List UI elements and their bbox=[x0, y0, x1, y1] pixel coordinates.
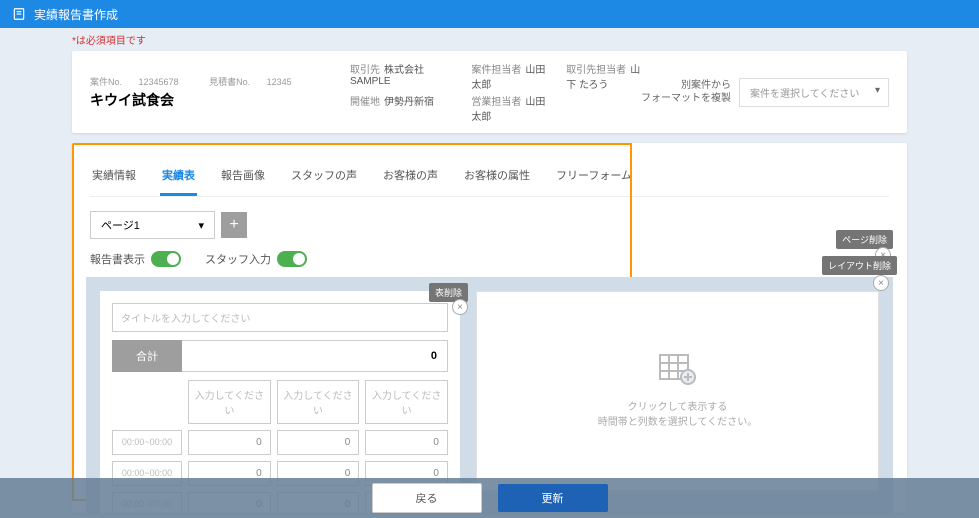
tab-4[interactable]: お客様の声 bbox=[381, 161, 440, 196]
tab-5[interactable]: お客様の属性 bbox=[462, 161, 532, 196]
content-card: 実績情報実績表報告画像スタッフの声お客様の声お客様の属性フリーフォーム ページ1… bbox=[72, 143, 907, 513]
report-display-label: 報告書表示 bbox=[90, 251, 145, 267]
submit-button[interactable]: 更新 bbox=[498, 484, 608, 512]
total-value: 0 bbox=[182, 340, 448, 372]
layout-delete-button[interactable]: × bbox=[873, 275, 889, 291]
report-display-toggle[interactable] bbox=[151, 251, 181, 267]
value-cell[interactable]: 0 bbox=[277, 430, 360, 455]
tab-3[interactable]: スタッフの声 bbox=[289, 161, 359, 196]
placeholder-text: クリックして表示する 時間帯と列数を選択してください。 bbox=[598, 400, 757, 430]
layout-delete-badge: レイアウト削除 bbox=[822, 256, 897, 275]
page-select[interactable]: ページ1 ▾ bbox=[90, 211, 215, 239]
table-title-input[interactable]: タイトルを入力してください bbox=[112, 303, 448, 332]
time-range-input[interactable]: 00:00~00:00 bbox=[112, 430, 182, 455]
tab-2[interactable]: 報告画像 bbox=[219, 161, 267, 196]
tab-0[interactable]: 実績情報 bbox=[90, 161, 138, 196]
report-icon bbox=[12, 7, 26, 21]
app-topbar: 実績報告書作成 bbox=[0, 0, 979, 28]
case-title: キウイ試食会 bbox=[90, 90, 350, 110]
required-note: *は必須項目です bbox=[0, 28, 979, 51]
table-delete-button[interactable]: × bbox=[452, 299, 468, 315]
footer-bar: 戻る 更新 bbox=[0, 478, 979, 518]
column-header-input[interactable]: 入力してください bbox=[365, 380, 448, 424]
column-header-input[interactable]: 入力してください bbox=[277, 380, 360, 424]
staff-input-label: スタッフ入力 bbox=[205, 251, 271, 267]
copy-format-label: 別案件からフォーマットを複製 bbox=[641, 79, 731, 105]
copy-case-select[interactable]: 案件を選択してください bbox=[739, 78, 889, 107]
chevron-down-icon: ▾ bbox=[198, 219, 204, 232]
value-cell[interactable]: 0 bbox=[365, 430, 448, 455]
table-add-icon bbox=[658, 353, 698, 392]
tab-1[interactable]: 実績表 bbox=[160, 161, 197, 196]
topbar-title: 実績報告書作成 bbox=[34, 6, 118, 23]
tab-6[interactable]: フリーフォーム bbox=[554, 161, 634, 196]
column-header-input[interactable]: 入力してください bbox=[188, 380, 271, 424]
add-page-button[interactable]: + bbox=[221, 212, 247, 238]
add-table-placeholder[interactable]: クリックして表示する 時間帯と列数を選択してください。 bbox=[476, 291, 879, 491]
case-header: 案件No. 12345678 見積書No. 12345 キウイ試食会 取引先株式… bbox=[72, 51, 907, 133]
staff-input-toggle[interactable] bbox=[277, 251, 307, 267]
value-cell[interactable]: 0 bbox=[188, 430, 271, 455]
total-label: 合計 bbox=[112, 340, 182, 372]
tab-bar: 実績情報実績表報告画像スタッフの声お客様の声お客様の属性フリーフォーム bbox=[90, 161, 889, 197]
back-button[interactable]: 戻る bbox=[372, 483, 482, 513]
